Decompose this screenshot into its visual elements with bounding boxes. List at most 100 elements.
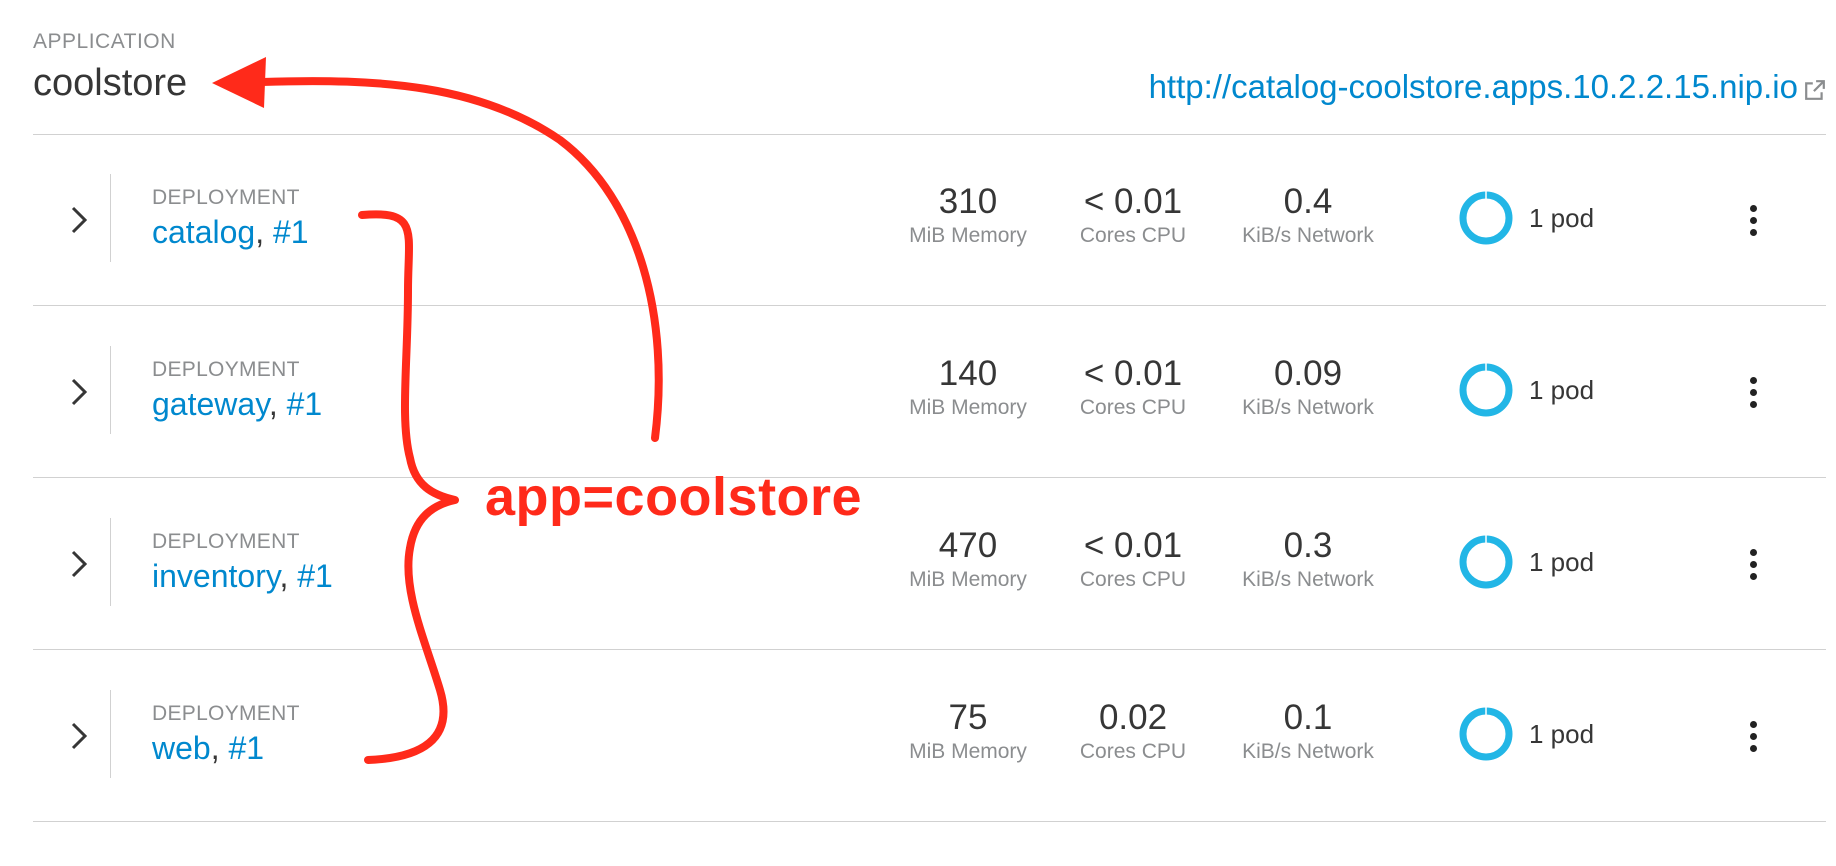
kebab-menu-icon: [1749, 560, 1757, 568]
expand-row-button[interactable]: [67, 716, 91, 756]
pod-status[interactable]: 1 pod: [1457, 361, 1594, 419]
external-link-icon: [1805, 80, 1825, 100]
memory-label: MiB Memory: [909, 224, 1027, 247]
cpu-metric: < 0.01 Cores CPU: [1068, 354, 1198, 422]
deployment-title: web, #1: [152, 730, 264, 767]
deployment-title: catalog, #1: [152, 214, 309, 251]
network-label: KiB/s Network: [1242, 396, 1374, 419]
pod-donut-icon: [1459, 363, 1513, 417]
deployment-revision-link[interactable]: #1: [297, 558, 333, 594]
memory-value: 140: [938, 354, 998, 393]
network-metric: 0.4 KiB/s Network: [1218, 182, 1398, 250]
pod-count-label: 1 pod: [1529, 718, 1595, 749]
network-value: 0.4: [1283, 182, 1333, 221]
network-label: KiB/s Network: [1242, 224, 1374, 247]
deployment-row-gateway: DEPLOYMENT gateway, #1 140 MiB Memory < …: [33, 306, 1826, 478]
memory-value: 75: [948, 698, 988, 737]
memory-metric: 470 MiB Memory: [893, 526, 1043, 594]
application-route-link[interactable]: http://catalog-coolstore.apps.10.2.2.15.…: [1149, 68, 1826, 106]
cpu-label: Cores CPU: [1079, 740, 1187, 763]
deployment-title: gateway, #1: [152, 386, 322, 423]
kebab-menu-icon: [1749, 732, 1757, 740]
cpu-value: < 0.01: [1083, 526, 1183, 565]
row-actions-button[interactable]: [1743, 544, 1763, 584]
row-actions-button[interactable]: [1743, 716, 1763, 756]
expand-row-button[interactable]: [67, 544, 91, 584]
kebab-menu-icon: [1749, 572, 1757, 580]
memory-value: 470: [938, 526, 998, 565]
expand-row-button[interactable]: [67, 200, 91, 240]
memory-label: MiB Memory: [909, 740, 1027, 763]
pod-donut-icon: [1459, 535, 1513, 589]
kebab-menu-icon: [1749, 376, 1757, 384]
memory-label: MiB Memory: [909, 568, 1027, 591]
network-metric: 0.3 KiB/s Network: [1218, 526, 1398, 594]
chevron-right-icon: [71, 550, 88, 578]
memory-metric: 140 MiB Memory: [893, 354, 1043, 422]
deployment-name-link[interactable]: catalog: [152, 214, 255, 250]
cpu-value: 0.02: [1098, 698, 1168, 737]
deployment-revision-link[interactable]: #1: [273, 214, 309, 250]
row-actions-button[interactable]: [1743, 200, 1763, 240]
expand-row-button[interactable]: [67, 372, 91, 412]
kebab-menu-icon: [1749, 216, 1757, 224]
pod-donut-icon: [1459, 707, 1513, 761]
network-value: 0.3: [1283, 526, 1333, 565]
deployment-list: DEPLOYMENT catalog, #1 310 MiB Memory < …: [33, 134, 1826, 822]
row-divider: [110, 690, 111, 778]
application-name: coolstore: [33, 62, 188, 104]
kebab-menu-icon: [1749, 720, 1757, 728]
row-actions-button[interactable]: [1743, 372, 1763, 412]
kebab-menu-icon: [1749, 228, 1757, 236]
network-metric: 0.09 KiB/s Network: [1218, 354, 1398, 422]
cpu-metric: 0.02 Cores CPU: [1068, 698, 1198, 766]
network-label: KiB/s Network: [1242, 740, 1374, 763]
deployment-title: inventory, #1: [152, 558, 333, 595]
cpu-value: < 0.01: [1083, 354, 1183, 393]
pod-status[interactable]: 1 pod: [1457, 189, 1594, 247]
chevron-right-icon: [71, 206, 88, 234]
kebab-menu-icon: [1749, 204, 1757, 212]
cpu-label: Cores CPU: [1079, 568, 1187, 591]
kebab-menu-icon: [1749, 744, 1757, 752]
pod-count-label: 1 pod: [1529, 374, 1595, 405]
deployment-separator: ,: [268, 386, 287, 422]
pod-status[interactable]: 1 pod: [1457, 533, 1594, 591]
application-route-url[interactable]: http://catalog-coolstore.apps.10.2.2.15.…: [1149, 68, 1798, 106]
cpu-label: Cores CPU: [1079, 224, 1187, 247]
deployment-row-web: DEPLOYMENT web, #1 75 MiB Memory 0.02 Co…: [33, 650, 1826, 822]
memory-metric: 310 MiB Memory: [893, 182, 1043, 250]
deployment-kind-label: DEPLOYMENT: [152, 530, 300, 553]
cpu-metric: < 0.01 Cores CPU: [1068, 526, 1198, 594]
deployment-revision-link[interactable]: #1: [287, 386, 323, 422]
row-divider: [110, 174, 111, 262]
cpu-value: < 0.01: [1083, 182, 1183, 221]
chevron-right-icon: [71, 378, 88, 406]
application-kicker: APPLICATION: [33, 30, 176, 53]
chevron-right-icon: [71, 722, 88, 750]
deployment-row-inventory: DEPLOYMENT inventory, #1 470 MiB Memory …: [33, 478, 1826, 650]
cpu-metric: < 0.01 Cores CPU: [1068, 182, 1198, 250]
kebab-menu-icon: [1749, 548, 1757, 556]
deployment-separator: ,: [210, 730, 229, 766]
kebab-menu-icon: [1749, 388, 1757, 396]
deployment-kind-label: DEPLOYMENT: [152, 186, 300, 209]
deployment-separator: ,: [279, 558, 298, 594]
network-value: 0.09: [1273, 354, 1343, 393]
memory-label: MiB Memory: [909, 396, 1027, 419]
deployment-name-link[interactable]: web: [152, 730, 211, 766]
deployment-name-link[interactable]: gateway: [152, 386, 269, 422]
pod-status[interactable]: 1 pod: [1457, 705, 1594, 763]
deployment-row-catalog: DEPLOYMENT catalog, #1 310 MiB Memory < …: [33, 134, 1826, 306]
network-value: 0.1: [1283, 698, 1333, 737]
deployment-kind-label: DEPLOYMENT: [152, 358, 300, 381]
network-metric: 0.1 KiB/s Network: [1218, 698, 1398, 766]
memory-metric: 75 MiB Memory: [893, 698, 1043, 766]
network-label: KiB/s Network: [1242, 568, 1374, 591]
cpu-label: Cores CPU: [1079, 396, 1187, 419]
deployment-name-link[interactable]: inventory: [152, 558, 279, 594]
deployment-separator: ,: [255, 214, 273, 250]
deployment-revision-link[interactable]: #1: [228, 730, 264, 766]
row-divider: [110, 518, 111, 606]
pod-count-label: 1 pod: [1529, 202, 1595, 233]
